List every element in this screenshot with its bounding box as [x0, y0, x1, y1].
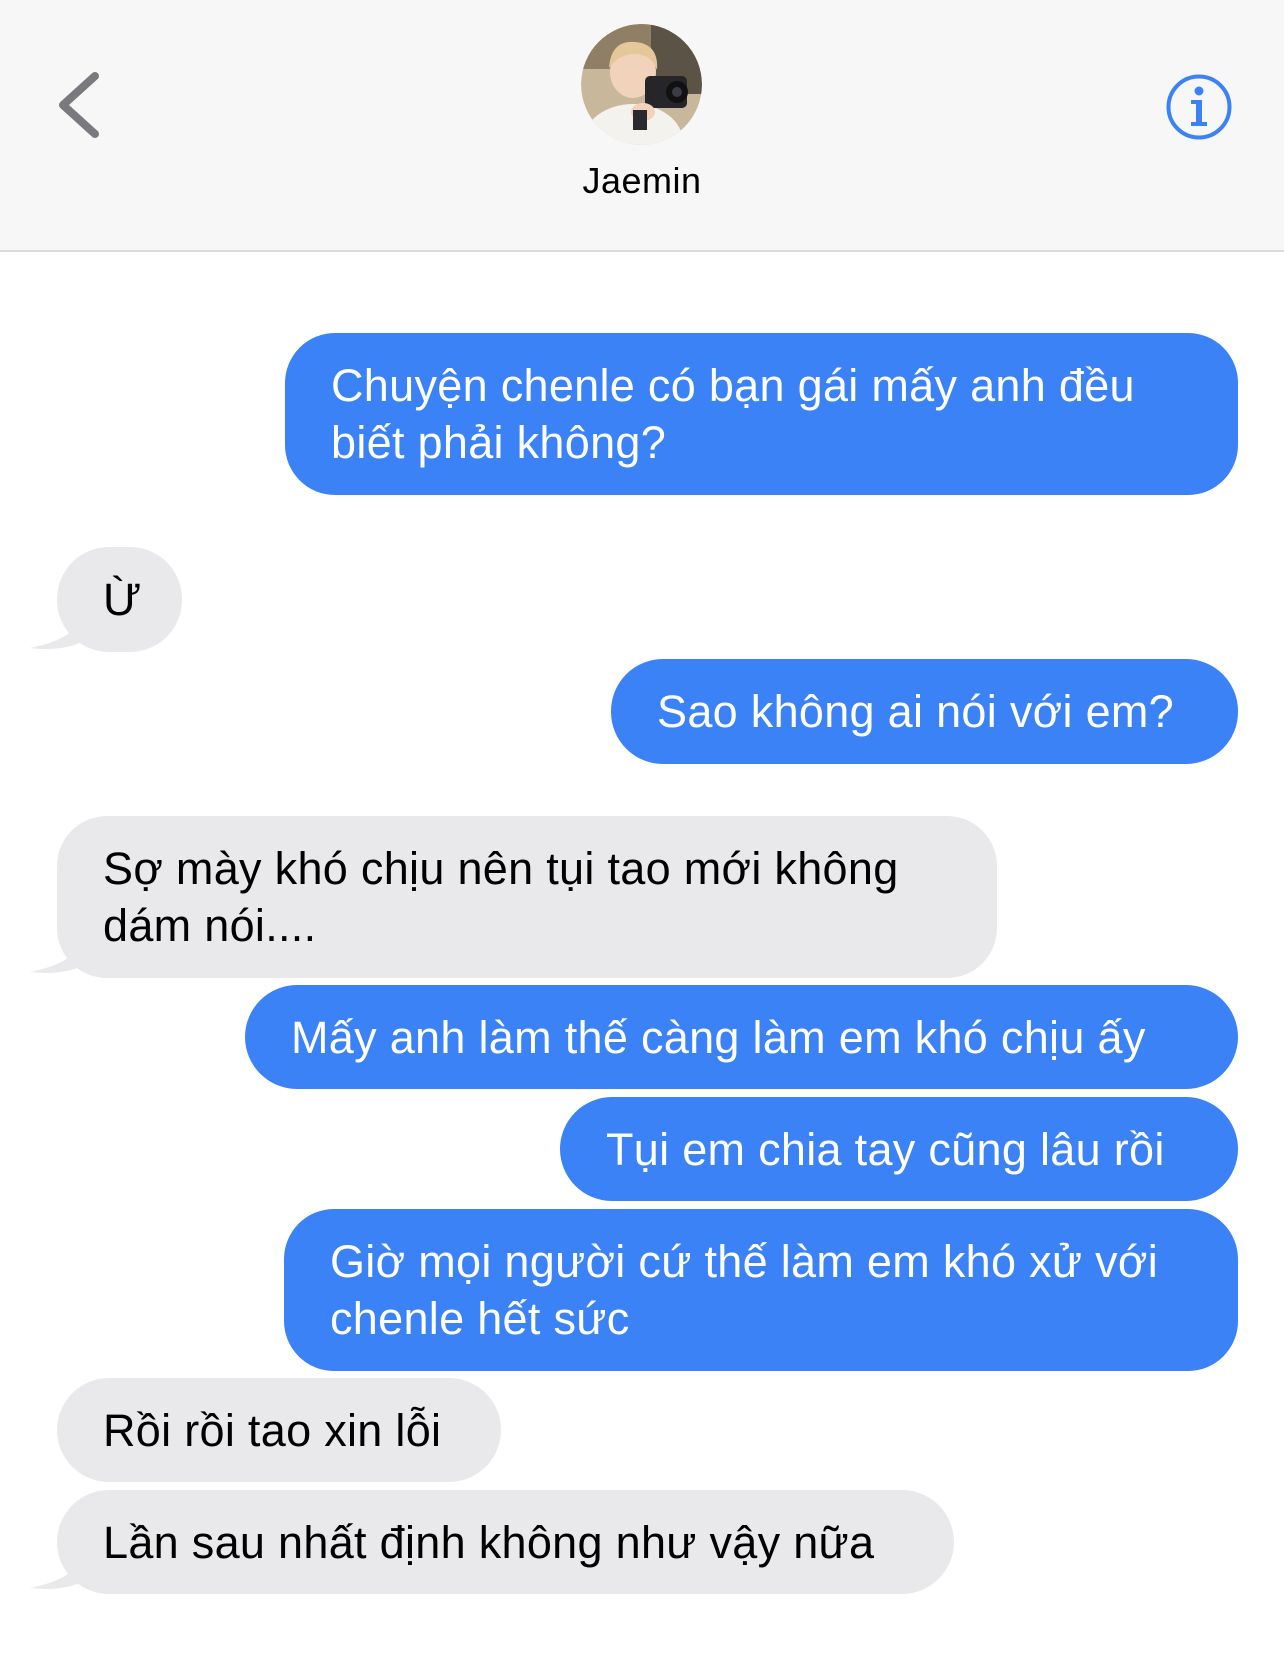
info-circle-icon: [1166, 74, 1232, 140]
message-bubble-received[interactable]: Rồi rồi tao xin lỗi: [57, 1378, 501, 1482]
back-button[interactable]: [50, 60, 120, 150]
message-text: Giờ mọi người cứ thế làm em khó xử với c…: [330, 1236, 1159, 1344]
message-text: Mấy anh làm thế càng làm em khó chịu ấy: [291, 1011, 1146, 1063]
message-text: Sao không ai nói với em?: [657, 686, 1175, 737]
message-text: Chuyện chenle có bạn gái mấy anh đều biế…: [331, 360, 1135, 468]
message-text: Lần sau nhất định không như vậy nữa: [103, 1516, 875, 1568]
message-bubble-received[interactable]: Sợ mày khó chịu nên tụi tao mới không dá…: [57, 816, 997, 978]
message-bubble-sent[interactable]: Chuyện chenle có bạn gái mấy anh đều biế…: [285, 333, 1238, 495]
message-bubble-received[interactable]: Lần sau nhất định không như vậy nữa: [57, 1490, 954, 1594]
conversation-header: Jaemin: [0, 0, 1284, 252]
chevron-left-icon: [59, 72, 99, 138]
contact-name[interactable]: Jaemin: [442, 160, 842, 202]
message-bubble-sent[interactable]: Tụi em chia tay cũng lâu rồi: [560, 1097, 1238, 1201]
message-text: Tụi em chia tay cũng lâu rồi: [606, 1123, 1165, 1175]
message-bubble-sent[interactable]: Giờ mọi người cứ thế làm em khó xử với c…: [284, 1209, 1238, 1371]
avatar-photo: [581, 24, 702, 145]
message-text: Ừ: [103, 574, 142, 625]
message-bubble-received[interactable]: Ừ: [57, 547, 182, 652]
message-bubble-sent[interactable]: Mấy anh làm thế càng làm em khó chịu ấy: [245, 985, 1238, 1089]
message-text: Rồi rồi tao xin lỗi: [103, 1404, 442, 1456]
message-text: Sợ mày khó chịu nên tụi tao mới không dá…: [103, 843, 899, 951]
contact-avatar[interactable]: [581, 24, 702, 145]
message-bubble-sent[interactable]: Sao không ai nói với em?: [611, 659, 1238, 764]
info-button[interactable]: [1165, 73, 1233, 141]
